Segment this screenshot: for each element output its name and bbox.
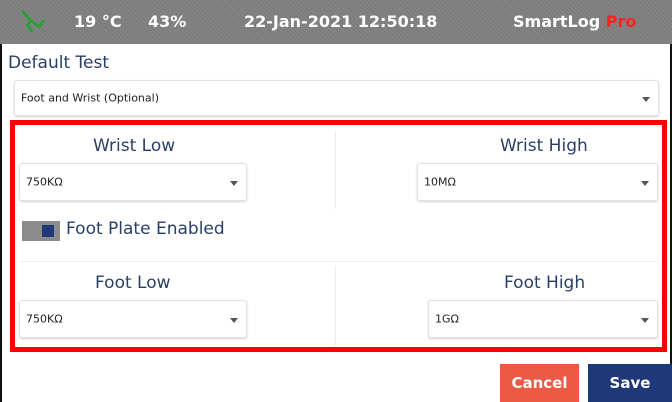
foot-high-select[interactable]: 1GΩ <box>428 300 658 338</box>
wrist-high-select[interactable]: 10MΩ <box>417 163 658 201</box>
foot-plate-label: Foot Plate Enabled <box>66 219 225 239</box>
wrist-high-label: Wrist High <box>500 136 588 156</box>
antenna-signal-icon <box>21 10 45 33</box>
brand-name: SmartLog <box>513 12 601 31</box>
toggle-knob <box>42 225 54 237</box>
column-divider <box>335 131 336 209</box>
save-button[interactable]: Save <box>588 364 672 402</box>
brand-logo: SmartLog Pro <box>513 12 636 31</box>
default-test-select[interactable]: Foot and Wrist (Optional) <box>14 80 659 116</box>
cancel-button[interactable]: Cancel <box>500 364 579 402</box>
row-divider <box>20 261 657 262</box>
foot-high-value: 1GΩ <box>435 312 459 326</box>
wrist-low-select[interactable]: 750KΩ <box>19 163 247 201</box>
foot-low-value: 750KΩ <box>26 312 63 326</box>
datetime-display: 22-Jan-2021 12:50:18 <box>244 12 438 31</box>
foot-plate-toggle[interactable] <box>22 221 60 241</box>
chevron-down-icon <box>642 97 650 102</box>
brand-pro-suffix: Pro <box>605 12 637 31</box>
foot-low-label: Foot Low <box>95 273 171 293</box>
wrist-low-value: 750KΩ <box>26 175 63 189</box>
foot-low-select[interactable]: 750KΩ <box>19 300 247 338</box>
chevron-down-icon <box>641 318 649 323</box>
foot-high-label: Foot High <box>504 273 586 293</box>
column-divider <box>335 266 336 346</box>
humidity-reading: 43% <box>148 12 187 31</box>
wrist-high-value: 10MΩ <box>424 175 456 189</box>
temperature-reading: 19 °C <box>74 12 122 31</box>
chevron-down-icon <box>230 318 238 323</box>
wrist-low-label: Wrist Low <box>93 136 176 156</box>
chevron-down-icon <box>230 181 238 186</box>
default-test-label: Default Test <box>8 53 109 73</box>
status-bar: 19 °C 43% 22-Jan-2021 12:50:18 SmartLog … <box>0 0 672 44</box>
chevron-down-icon <box>641 181 649 186</box>
default-test-value: Foot and Wrist (Optional) <box>21 91 159 105</box>
